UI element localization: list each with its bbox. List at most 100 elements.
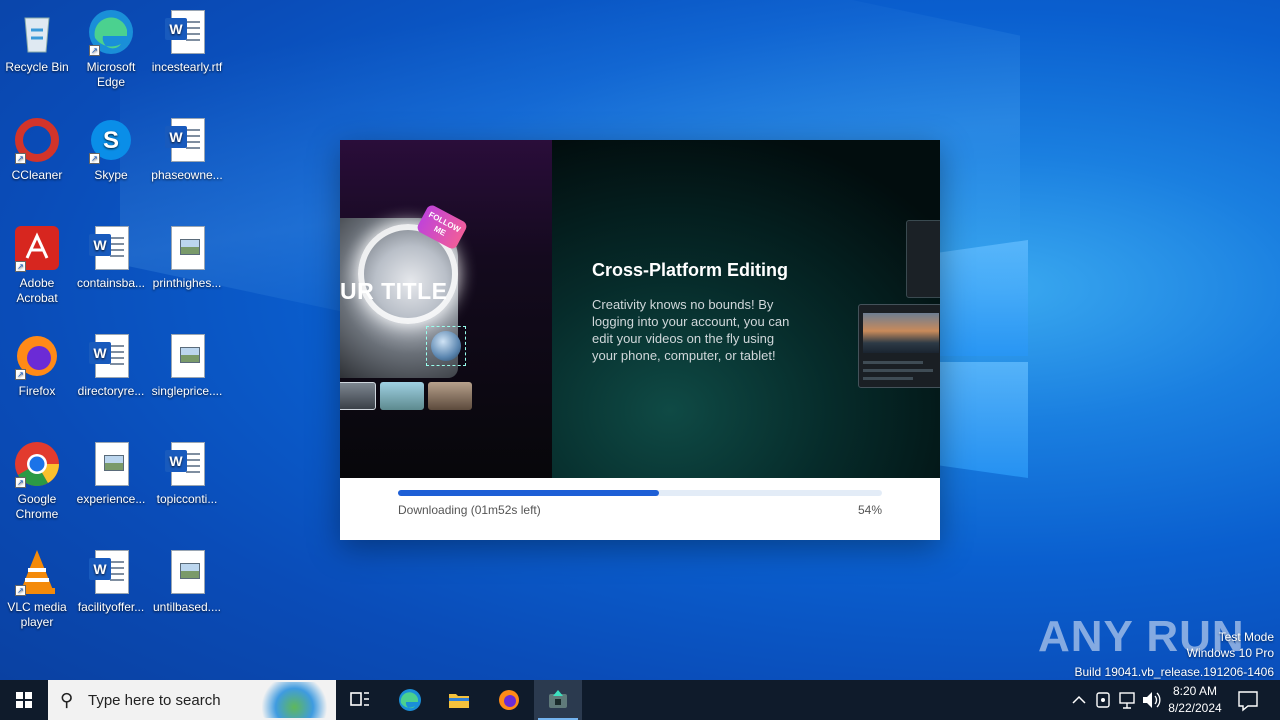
desktop-icon-document[interactable]: W topicconti... (149, 440, 225, 507)
image-file-icon (163, 548, 211, 596)
desktop-icon-label: untilbased.... (152, 600, 222, 614)
desktop-icon-ccleaner[interactable]: ↗ CCleaner (0, 116, 75, 183)
test-mode-label: Test Mode (1218, 630, 1274, 644)
sunset-preview-image (863, 313, 939, 353)
desktop-icon-document[interactable]: W facilityoffer... (73, 548, 149, 615)
windows-icon (16, 692, 32, 708)
promo-banner: UR TITLE FOLLOW ME Cross-Platform Editin… (340, 140, 940, 478)
svg-text:S: S (103, 127, 119, 154)
desktop-icon-google-chrome[interactable]: ↗ Google Chrome (0, 440, 75, 522)
word-document-icon: W (87, 224, 135, 272)
clock-time: 8:20 AM (1172, 684, 1218, 698)
desktop-icon-skype[interactable]: S ↗ Skype (73, 116, 149, 183)
download-status: Downloading (01m52s left) (398, 503, 541, 517)
globe-selection-box (426, 326, 466, 366)
desktop-icon-vlc[interactable]: ↗ VLC media player (0, 548, 75, 630)
desktop-icon-microsoft-edge[interactable]: ↗ Microsoft Edge (73, 8, 149, 90)
image-file-icon (163, 332, 211, 380)
notification-center-button[interactable] (1234, 680, 1262, 720)
desktop-icon-image-file[interactable]: printhighes... (149, 224, 225, 291)
desktop-icon-document[interactable]: W directoryre... (73, 332, 149, 399)
tray-overflow-button[interactable] (1068, 680, 1090, 720)
taskbar-installer-app[interactable] (534, 680, 582, 720)
firefox-icon: ↗ (13, 332, 61, 380)
taskbar-firefox[interactable] (485, 680, 533, 720)
globe-icon (431, 331, 461, 361)
search-highlight-graphic (262, 682, 334, 718)
desktop-icon-label: singleprice.... (151, 384, 223, 398)
chrome-icon: ↗ (13, 440, 61, 488)
desktop-icon-label: experience... (76, 492, 146, 506)
desktop-icon-label: printhighes... (152, 276, 222, 290)
acrobat-icon: ↗ (13, 224, 61, 272)
desktop-icon-document[interactable]: W incestearly.rtf (149, 8, 225, 75)
recycle-bin-icon (13, 8, 61, 56)
word-document-icon: W (87, 548, 135, 596)
promo-image-panel: UR TITLE FOLLOW ME (340, 140, 552, 478)
desktop-icon-adobe-acrobat[interactable]: ↗ Adobe Acrobat (0, 224, 75, 306)
desktop-icon-image-file[interactable]: singleprice.... (149, 332, 225, 399)
desktop-icon-label: containsba... (76, 276, 146, 290)
word-document-icon: W (163, 8, 211, 56)
ccleaner-icon: ↗ (13, 116, 61, 164)
task-view-icon (350, 692, 369, 706)
desktop-icon-label: Adobe Acrobat (16, 276, 58, 305)
desktop-icon-document[interactable]: W phaseowne... (149, 116, 225, 183)
desktop-icon-label: Firefox (18, 384, 56, 398)
tray-network-button[interactable] (1116, 680, 1138, 720)
edge-icon: ↗ (87, 8, 135, 56)
desktop-icon-label: directoryre... (77, 384, 145, 398)
word-document-icon: W (163, 440, 211, 488)
firefox-icon (499, 690, 519, 710)
network-icon (1119, 692, 1135, 709)
desktop-icon-label: incestearly.rtf (151, 60, 223, 74)
editor-screenshot (858, 304, 940, 388)
folder-icon (449, 694, 469, 708)
installer-window: UR TITLE FOLLOW ME Cross-Platform Editin… (340, 140, 940, 540)
desktop-icon-label: topicconti... (156, 492, 218, 506)
desktop-icon-image-file[interactable]: experience... (73, 440, 149, 507)
desktop-icon-label: VLC media player (7, 600, 67, 629)
desktop-icon-recycle-bin[interactable]: Recycle Bin (0, 8, 75, 75)
desktop-icon-label: Microsoft Edge (86, 60, 136, 89)
start-button[interactable] (0, 680, 48, 720)
tray-volume-button[interactable] (1140, 680, 1162, 720)
task-view-button[interactable] (336, 680, 384, 720)
clock-date: 8/22/2024 (1168, 701, 1222, 715)
phone-screenshot (906, 220, 940, 298)
skype-icon: S ↗ (87, 116, 135, 164)
download-progress-bar (398, 490, 882, 496)
desktop-icon-label: phaseowne... (151, 168, 223, 182)
taskbar: ⚲ Type here to search 8:20 AM 8/22/2024 (0, 680, 1280, 720)
desktop-icon-image-file[interactable]: untilbased.... (149, 548, 225, 615)
speaker-icon (1143, 692, 1161, 708)
desktop-icon-label: CCleaner (11, 168, 63, 182)
desktop-icon-label: Skype (94, 168, 128, 182)
taskbar-clock[interactable]: 8:20 AM 8/22/2024 (1160, 683, 1230, 717)
taskbar-search-box[interactable]: ⚲ Type here to search (48, 680, 336, 720)
os-edition-label: Windows 10 Pro (1186, 646, 1274, 660)
clip-thumbnail (380, 382, 424, 410)
clip-thumbnail (428, 382, 472, 410)
desktop-icon-label: facilityoffer... (77, 600, 145, 614)
wallpaper-windows-logo (930, 240, 1030, 480)
search-icon: ⚲ (60, 690, 74, 710)
edge-icon (399, 689, 421, 711)
taskbar-edge[interactable] (386, 680, 434, 720)
tray-device-button[interactable] (1092, 680, 1114, 720)
image-file-icon (87, 440, 135, 488)
promo-description: Creativity knows no bounds! By logging i… (592, 297, 790, 363)
installer-app-icon (549, 690, 567, 708)
desktop-icon-label: Google Chrome (15, 492, 59, 521)
download-progress-fill (398, 490, 660, 496)
desktop-icon-firefox[interactable]: ↗ Firefox (0, 332, 75, 399)
vlc-icon: ↗ (13, 548, 61, 596)
desktop-icon-label: Recycle Bin (5, 60, 69, 74)
download-percent: 54% (857, 503, 882, 517)
search-placeholder: Type here to search (88, 692, 221, 709)
taskbar-file-explorer[interactable] (435, 680, 483, 720)
word-document-icon: W (163, 116, 211, 164)
device-icon (1096, 692, 1110, 708)
image-file-icon (163, 224, 211, 272)
desktop-icon-document[interactable]: W containsba... (73, 224, 149, 291)
